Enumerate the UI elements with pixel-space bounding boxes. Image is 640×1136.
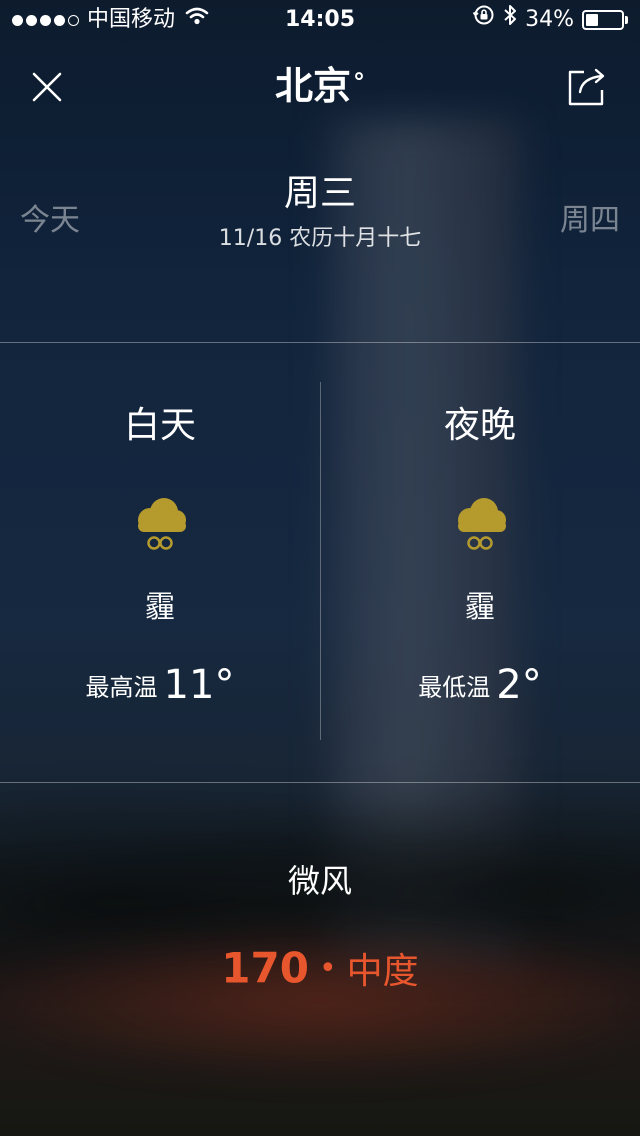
wifi-icon <box>185 0 209 40</box>
bottom-divider <box>0 782 640 783</box>
city-name: 北京 <box>274 64 351 108</box>
wind-text: 微风 <box>287 862 352 900</box>
carrier-name: 中国移动 <box>87 7 176 32</box>
battery-icon <box>582 10 628 30</box>
night-column: 夜晚 霾 最低温 2° <box>320 390 640 730</box>
current-weekday: 周三 <box>283 173 356 214</box>
share-icon <box>568 68 605 106</box>
weather-detail-screen: 中国移动 14:05 34% 北京° 今天 周三 11/16 农历十月十七 周四… <box>0 0 640 1136</box>
battery-percent: 34% <box>525 7 574 32</box>
aqi-level: 中度 <box>346 951 419 992</box>
date-lunar-text: 11/16 农历十月十七 <box>218 226 422 251</box>
low-temp-value: 2° <box>496 662 542 708</box>
high-temp-value: 11° <box>163 662 235 708</box>
rotation-lock-icon <box>472 0 495 40</box>
night-condition: 霾 <box>465 590 495 625</box>
air-quality-readout: 170 • 中度 <box>0 942 640 994</box>
high-temp-label: 最高温 <box>85 673 158 702</box>
daytime-temperature: 最高温 11° <box>0 662 320 708</box>
low-temp-label: 最低温 <box>418 673 491 702</box>
daytime-title: 白天 <box>123 405 196 446</box>
bluetooth-icon <box>503 0 517 40</box>
city-title[interactable]: 北京° <box>0 58 640 114</box>
night-temperature: 最低温 2° <box>320 662 640 708</box>
status-bar: 中国移动 14:05 34% <box>0 0 640 40</box>
haze-icon <box>448 490 512 554</box>
battery-fill <box>586 14 598 26</box>
signal-strength-icon <box>12 14 79 26</box>
aqi-separator: • <box>318 950 337 986</box>
status-left: 中国移动 <box>12 0 209 40</box>
daytime-column: 白天 霾 最高温 11° <box>0 390 320 730</box>
next-day-button[interactable]: 周四 <box>560 195 620 239</box>
aqi-value: 170 <box>221 943 309 993</box>
night-title: 夜晚 <box>443 405 516 446</box>
daytime-condition: 霾 <box>145 590 175 625</box>
top-divider <box>0 342 640 343</box>
status-right: 34% <box>472 0 628 40</box>
haze-icon <box>128 490 192 554</box>
location-indicator: ° <box>353 68 365 96</box>
share-button[interactable] <box>562 60 612 110</box>
